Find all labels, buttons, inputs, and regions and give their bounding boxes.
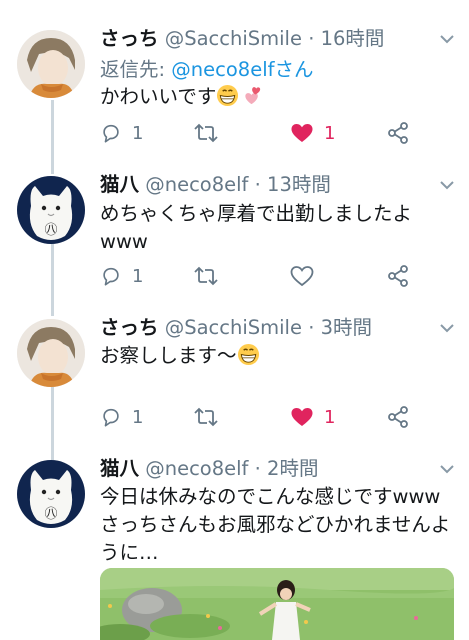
like-button[interactable] xyxy=(290,264,324,288)
timestamp[interactable]: 3時間 xyxy=(321,316,372,339)
svg-text:㊇: ㊇ xyxy=(44,223,57,238)
like-button[interactable]: 1 xyxy=(290,121,335,145)
share-icon xyxy=(388,265,408,287)
reply-context: 返信先: @neco8elfさん xyxy=(100,57,313,83)
tweet[interactable]: さっち @SacchiSmile · 3時間 お察しします〜 1 1 xyxy=(0,315,469,445)
separator-dot: · xyxy=(254,173,261,196)
like-icon xyxy=(291,124,313,142)
tweet[interactable]: ㊇ 猫八 @neco8elf · 13時間 めちゃくちゃ厚着で出勤しましたよ w… xyxy=(0,172,469,302)
retweet-icon xyxy=(194,407,218,427)
display-name[interactable]: 猫八 xyxy=(100,173,139,196)
reply-button[interactable]: 1 xyxy=(100,121,143,145)
chevron-down-icon[interactable] xyxy=(438,462,456,476)
tweet-text-line: www xyxy=(100,230,148,253)
tweet-header: 猫八 @neco8elf · 2時間 xyxy=(100,456,318,482)
timestamp[interactable]: 2時間 xyxy=(267,457,318,480)
reply-button[interactable]: 1 xyxy=(100,405,143,429)
tweet-text: かわいいです xyxy=(100,83,460,115)
user-handle[interactable]: @neco8elf xyxy=(145,457,248,480)
tweet-text-content: お察しします〜 xyxy=(100,344,237,367)
retweet-button[interactable] xyxy=(193,264,229,288)
tweet-text-line: めちゃくちゃ厚着で出勤しましたよ xyxy=(100,202,413,225)
user-handle[interactable]: @SacchiSmile xyxy=(165,316,302,339)
display-name[interactable]: 猫八 xyxy=(100,457,139,480)
separator-dot: · xyxy=(308,316,315,339)
tweet-text-content: かわいいです xyxy=(100,85,217,108)
tweet-header: さっち @SacchiSmile · 16時間 xyxy=(100,26,384,52)
grinning-face-emoji xyxy=(237,343,260,374)
reply-to-label: 返信先: xyxy=(100,58,166,81)
reply-count: 1 xyxy=(132,265,144,287)
reply-icon xyxy=(103,267,119,286)
tweet-actions: 1 1 xyxy=(100,121,420,145)
avatar[interactable] xyxy=(17,30,85,98)
share-icon xyxy=(388,122,408,144)
chevron-down-icon[interactable] xyxy=(438,178,456,192)
separator-dot: · xyxy=(254,457,261,480)
avatar[interactable] xyxy=(17,319,85,387)
reply-button[interactable]: 1 xyxy=(100,264,143,288)
share-button[interactable] xyxy=(387,264,409,288)
reply-icon xyxy=(103,408,119,427)
tweet-header: 猫八 @neco8elf · 13時間 xyxy=(100,172,331,198)
svg-text:㊇: ㊇ xyxy=(44,507,57,522)
chevron-down-icon[interactable] xyxy=(438,32,456,46)
user-handle[interactable]: @neco8elf xyxy=(145,173,248,196)
like-button[interactable]: 1 xyxy=(290,405,335,429)
reply-count: 1 xyxy=(132,406,144,428)
like-count: 1 xyxy=(324,406,336,428)
tweet-text-line: 今日は休みなのでこんな感じですwww xyxy=(100,485,441,508)
two-hearts-emoji xyxy=(239,84,262,115)
tweet-text: めちゃくちゃ厚着で出勤しましたよ www xyxy=(100,200,460,256)
separator-dot: · xyxy=(308,27,315,50)
retweet-icon xyxy=(194,123,218,143)
tweet-text: お察しします〜 xyxy=(100,342,460,374)
share-icon xyxy=(388,406,408,428)
timestamp[interactable]: 16時間 xyxy=(321,27,385,50)
avatar[interactable]: ㊇ xyxy=(17,460,85,528)
like-icon xyxy=(290,266,314,287)
reply-icon xyxy=(103,124,119,143)
tweet-header: さっち @SacchiSmile · 3時間 xyxy=(100,315,372,341)
avatar[interactable]: ㊇ xyxy=(17,176,85,244)
like-icon xyxy=(291,408,313,426)
tweet-actions: 1 xyxy=(100,264,420,288)
retweet-button[interactable] xyxy=(193,121,229,145)
share-button[interactable] xyxy=(387,121,409,145)
grinning-face-emoji xyxy=(216,84,239,115)
retweet-button[interactable] xyxy=(193,405,229,429)
reply-to-mention[interactable]: @neco8elfさん xyxy=(171,58,313,81)
reply-count: 1 xyxy=(132,122,144,144)
share-button[interactable] xyxy=(387,405,409,429)
tweet-text-line: さっちさんもお風邪などひかれませんよ xyxy=(100,513,451,536)
chevron-down-icon[interactable] xyxy=(438,321,456,335)
tweet-text-line: うに… xyxy=(100,541,159,564)
tweet-actions: 1 1 xyxy=(100,405,420,429)
tweet-media-image[interactable] xyxy=(100,568,454,640)
user-handle[interactable]: @SacchiSmile xyxy=(165,27,302,50)
timestamp[interactable]: 13時間 xyxy=(267,173,331,196)
retweet-icon xyxy=(194,266,218,286)
like-count: 1 xyxy=(324,122,336,144)
display-name[interactable]: さっち xyxy=(100,316,159,339)
display-name[interactable]: さっち xyxy=(100,27,159,50)
tweet-text: 今日は休みなのでこんな感じですwww さっちさんもお風邪などひかれませんよ うに… xyxy=(100,483,460,567)
tweet[interactable]: さっち @SacchiSmile · 16時間 返信先: @neco8elfさん… xyxy=(0,26,469,156)
